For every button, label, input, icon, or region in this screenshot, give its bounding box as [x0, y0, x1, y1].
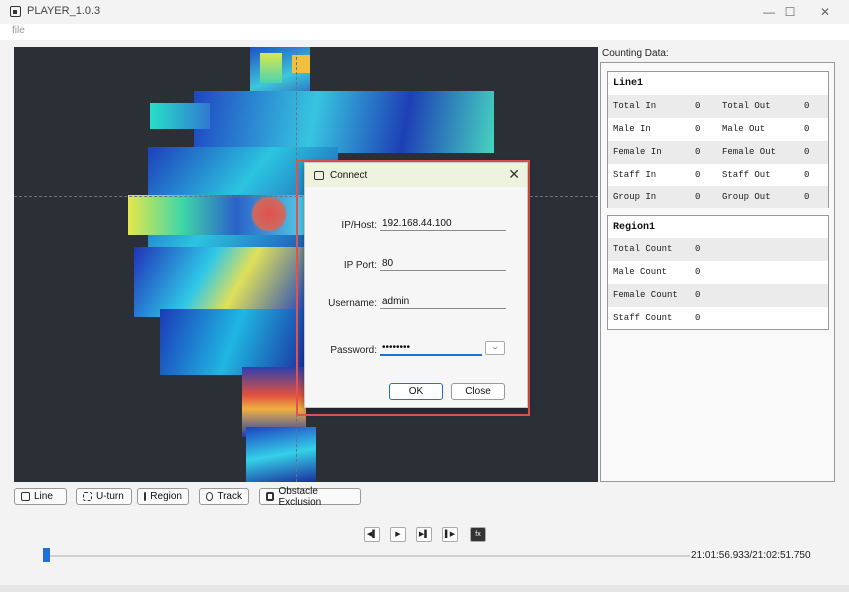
dialog-header: Connect ✕	[305, 163, 527, 187]
window-bottom-border	[0, 585, 849, 592]
window-title: PLAYER_1.0.3	[27, 5, 101, 17]
play-button[interactable]: ▶	[390, 527, 406, 542]
username-input[interactable]	[380, 294, 506, 309]
obstacle-exclusion-button[interactable]: Obstacle Exclusion	[259, 486, 361, 508]
timecode: 21:01:56.933/21:02:51.750	[691, 550, 811, 561]
region-icon	[144, 492, 147, 501]
seek-handle[interactable]	[43, 548, 50, 562]
table-row: Staff In 0 Staff Out 0	[613, 170, 810, 180]
table-row: Group In 0 Group Out 0	[608, 186, 828, 208]
counting-panel: Line1 Total In 0 Total Out 0 Male In 0 M…	[600, 62, 835, 482]
region-tool-button[interactable]: Region	[137, 488, 189, 505]
speed-button[interactable]: fx	[470, 527, 486, 542]
region-card: Region1 Total Count 0 Male Count 0 Femal…	[607, 215, 829, 330]
step-forward-button[interactable]: ▌▶	[442, 527, 458, 542]
menu-bar: file	[0, 24, 849, 40]
username-label: Username:	[328, 298, 377, 309]
line-icon	[21, 492, 30, 501]
port-label: IP Port:	[343, 260, 377, 271]
track-icon	[206, 492, 214, 501]
uturn-icon	[83, 492, 92, 501]
app-icon	[10, 6, 21, 17]
counting-data-title: Counting Data:	[602, 48, 669, 59]
table-row: Total In 0 Total Out 0	[608, 95, 828, 118]
dialog-app-icon	[314, 171, 324, 180]
table-row: Male In 0 Male Out 0	[613, 124, 810, 134]
line-tool-button[interactable]: Line	[14, 488, 67, 505]
region-card-title: Region1	[613, 222, 656, 233]
track-tool-button[interactable]: Track	[199, 488, 249, 505]
close-window-button[interactable]: ✕	[808, 2, 842, 22]
menu-file[interactable]: file	[12, 25, 25, 36]
ip-port-input[interactable]	[380, 256, 506, 271]
ok-button[interactable]: OK	[389, 383, 443, 400]
seek-bar[interactable]	[50, 555, 690, 557]
obstacle-icon	[266, 492, 275, 501]
line-card-title: Line1	[613, 78, 644, 89]
next-frame-button[interactable]: ▶▌	[416, 527, 432, 542]
dialog-title: Connect	[330, 170, 368, 181]
line-card: Line1 Total In 0 Total Out 0 Male In 0 M…	[607, 71, 829, 208]
table-row: Female In 0 Female Out 0	[608, 141, 828, 164]
table-row: Total Count 0	[608, 238, 828, 261]
ip-host-input[interactable]	[380, 216, 506, 231]
title-bar: PLAYER_1.0.3 — ☐ ✕	[0, 0, 849, 24]
previous-frame-button[interactable]: ◀▌	[364, 527, 380, 542]
ip-label: IP/Host:	[341, 220, 377, 231]
uturn-tool-button[interactable]: U-turn	[76, 488, 132, 505]
table-row: Female Count 0	[608, 284, 828, 307]
close-button[interactable]: Close	[451, 383, 505, 400]
connect-dialog: Connect ✕ IP/Host: IP Port: Username: Pa…	[304, 162, 528, 408]
table-row: Male Count 0	[613, 267, 701, 277]
table-row: Staff Count 0	[613, 313, 701, 323]
password-input[interactable]	[380, 341, 482, 356]
maximize-button[interactable]: ☐	[773, 2, 807, 22]
close-icon[interactable]: ✕	[508, 166, 520, 183]
password-label: Password:	[330, 345, 377, 356]
show-password-icon[interactable]: ⌣	[485, 341, 505, 355]
